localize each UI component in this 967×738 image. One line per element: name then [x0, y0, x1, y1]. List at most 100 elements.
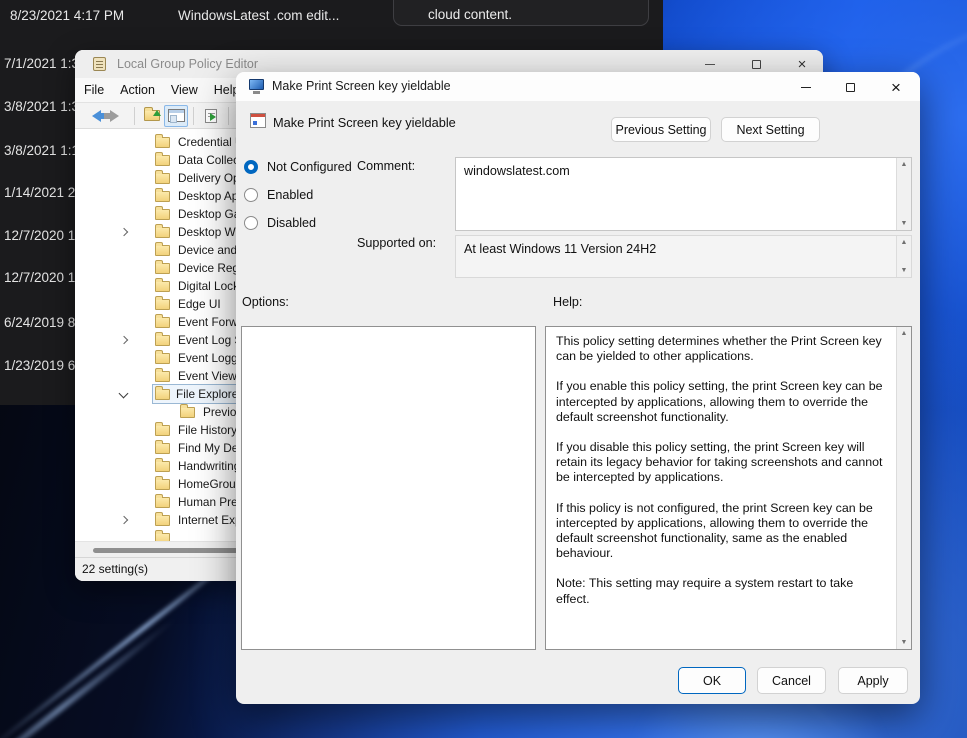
list-item-timestamp[interactable]: 12/7/2020 12: [4, 228, 83, 243]
tree-item-label: Desktop Wi: [178, 225, 238, 239]
chevron-right-icon[interactable]: [114, 331, 134, 349]
radio-not-configured[interactable]: Not Configured: [244, 160, 352, 174]
folder-icon: [155, 461, 170, 472]
maximize-icon: [846, 83, 855, 92]
close-icon: ×: [891, 79, 901, 96]
chevron-down-icon[interactable]: [114, 385, 134, 403]
scroll-up-icon[interactable]: ▲: [897, 330, 911, 337]
folder-icon: [155, 227, 170, 238]
show-console-tree-button[interactable]: [164, 105, 188, 127]
radio-button[interactable]: [244, 188, 258, 202]
radio-button[interactable]: [244, 216, 258, 230]
dialog-title: Make Print Screen key yieldable: [272, 72, 451, 101]
help-paragraph: Note: This setting may require a system …: [556, 576, 888, 606]
tree-item-label: Data Collec: [178, 153, 239, 167]
dialog-titlebar[interactable]: Make Print Screen key yieldable ×: [236, 72, 920, 101]
help-paragraph: If you enable this policy setting, the p…: [556, 379, 888, 425]
scroll-down-icon[interactable]: ▼: [897, 639, 911, 646]
folder-icon: [155, 137, 170, 148]
list-item-timestamp[interactable]: 3/8/2021 1:1: [4, 143, 79, 158]
chevron-right-icon[interactable]: [114, 223, 134, 241]
tree-item-label: HomeGroup: [178, 477, 242, 491]
folder-icon: [155, 425, 170, 436]
scroll-up-icon[interactable]: ▲: [897, 239, 911, 246]
status-text: 22 setting(s): [82, 562, 148, 576]
folder-icon: [155, 371, 170, 382]
menu-view[interactable]: View: [171, 83, 198, 97]
chevron-right-icon[interactable]: [114, 511, 134, 529]
ok-button[interactable]: OK: [678, 667, 746, 694]
list-item-title: WindowsLatest .com edit...: [178, 8, 339, 23]
radio-label: Disabled: [267, 216, 316, 230]
folder-icon: [155, 281, 170, 292]
dialog-app-icon: [249, 79, 264, 90]
radio-label: Not Configured: [267, 160, 352, 174]
comment-field[interactable]: ▲ ▼: [455, 157, 912, 231]
tree-item-label: Find My De: [178, 441, 238, 455]
forward-icon: [110, 110, 125, 122]
tree-item-label: Edge UI: [178, 297, 221, 311]
tree-item-label: Desktop Ap: [178, 189, 238, 203]
previous-setting-button[interactable]: Previous Setting: [611, 117, 711, 142]
next-setting-button[interactable]: Next Setting: [721, 117, 820, 142]
forward-button[interactable]: [105, 105, 129, 127]
folder-icon: [155, 191, 170, 202]
list-item-timestamp[interactable]: 7/1/2021 1:3: [4, 56, 79, 71]
options-label: Options:: [242, 295, 289, 309]
tree-item-label: Desktop Ga: [178, 207, 240, 221]
comment-input[interactable]: [456, 158, 896, 230]
desktop: 8/23/2021 4:17 PM WindowsLatest .com edi…: [0, 0, 967, 738]
console-tree-icon: [168, 109, 185, 122]
up-one-level-button[interactable]: [140, 105, 164, 127]
minimize-icon: [705, 64, 715, 65]
list-item-timestamp[interactable]: 6/24/2019 8: [4, 315, 75, 330]
tree-item-label: Device Regi: [178, 261, 242, 275]
list-item-timestamp[interactable]: 1/23/2019 6:: [4, 358, 79, 373]
cancel-button[interactable]: Cancel: [757, 667, 826, 694]
setting-name: Make Print Screen key yieldable: [273, 115, 456, 130]
list-item-timestamp[interactable]: 1/14/2021 2:: [4, 185, 79, 200]
supported-on-label: Supported on:: [357, 236, 436, 250]
tree-item-label: Event Forwa: [178, 315, 244, 329]
radio-disabled[interactable]: Disabled: [244, 216, 316, 230]
tree-item-label: Human Pre: [178, 495, 238, 509]
scroll-down-icon[interactable]: ▼: [897, 220, 911, 227]
apply-button[interactable]: Apply: [838, 667, 908, 694]
back-icon: [86, 110, 101, 122]
menu-file[interactable]: File: [84, 83, 104, 97]
list-item-timestamp[interactable]: 12/7/2020 12: [4, 270, 83, 285]
policy-setting-dialog: Make Print Screen key yieldable × Make P…: [236, 72, 920, 704]
tooltip-text: cloud content.: [428, 7, 512, 22]
back-button[interactable]: [81, 105, 105, 127]
help-label: Help:: [553, 295, 582, 309]
minimize-icon: [801, 87, 811, 88]
supported-scrollbar[interactable]: ▲ ▼: [896, 236, 911, 277]
scroll-down-icon[interactable]: ▼: [897, 267, 911, 274]
radio-label: Enabled: [267, 188, 313, 202]
close-icon: ×: [798, 57, 807, 72]
gpedit-window-title: Local Group Policy Editor: [117, 50, 258, 78]
close-button[interactable]: ×: [881, 73, 911, 101]
folder-icon: [155, 443, 170, 454]
folder-icon: [155, 497, 170, 508]
toolbar-separator: [228, 107, 229, 125]
help-scrollbar[interactable]: ▲ ▼: [896, 327, 911, 649]
minimize-button[interactable]: [791, 73, 821, 101]
folder-icon: [155, 245, 170, 256]
maximize-button[interactable]: [835, 73, 865, 101]
toolbar-separator: [193, 107, 194, 125]
comment-scrollbar[interactable]: ▲ ▼: [896, 158, 911, 230]
menu-action[interactable]: Action: [120, 83, 155, 97]
export-list-button[interactable]: [199, 105, 223, 127]
radio-button-checked[interactable]: [244, 160, 258, 174]
tree-item-label: File History: [178, 423, 237, 437]
tree-item-label: Credential U: [178, 135, 244, 149]
folder-icon: [155, 317, 170, 328]
scroll-up-icon[interactable]: ▲: [897, 161, 911, 168]
folder-icon: [155, 173, 170, 184]
tree-item-label: Event Viewe: [178, 369, 243, 383]
list-item-timestamp[interactable]: 3/8/2021 1:3: [4, 99, 79, 114]
radio-enabled[interactable]: Enabled: [244, 188, 313, 202]
help-paragraph: If this policy is not configured, the pr…: [556, 501, 888, 562]
supported-on-field: At least Windows 11 Version 24H2 ▲ ▼: [455, 235, 912, 278]
